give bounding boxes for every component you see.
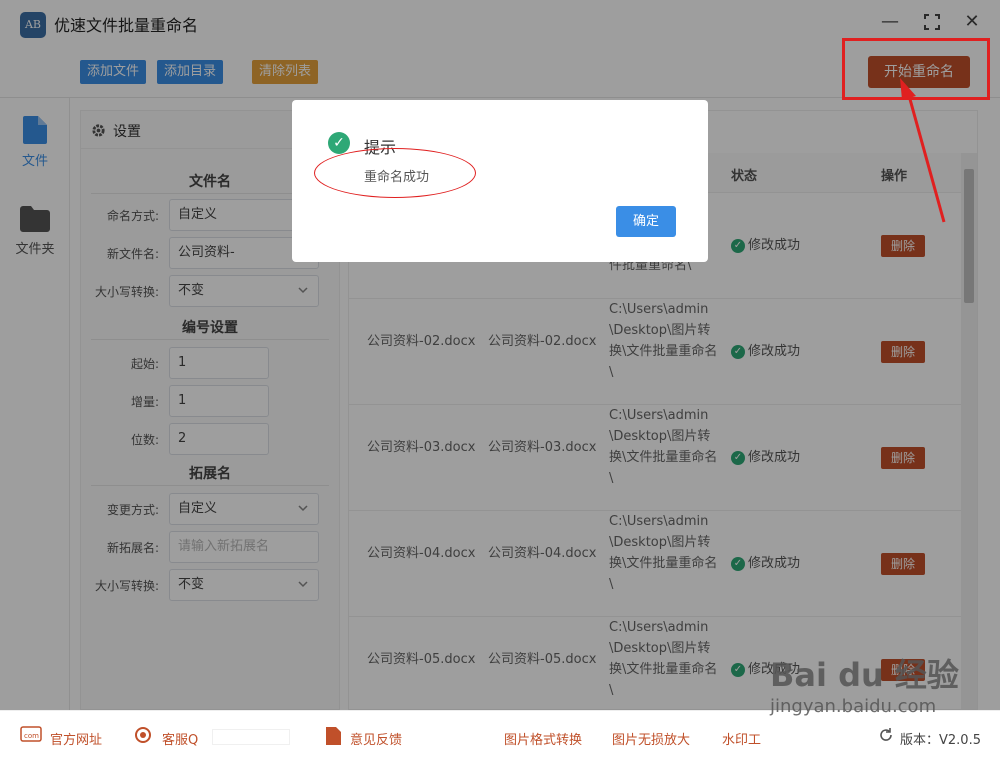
redaction-box (212, 729, 290, 745)
watermark-brand: Bai du 经验 (770, 656, 959, 694)
feedback-link[interactable]: 意见反馈 (350, 729, 402, 748)
watermark-tool-link[interactable]: 水印工 (722, 729, 761, 748)
success-check-icon: ✓ (328, 132, 350, 154)
feedback-icon (326, 727, 341, 745)
website-link[interactable]: 官方网址 (50, 729, 102, 748)
dialog-ok-button[interactable]: 确定 (616, 206, 676, 237)
image-convert-link[interactable]: 图片格式转换 (504, 729, 582, 748)
success-dialog: ✓ 提示 重命名成功 确定 (292, 100, 708, 262)
watermark-url: jingyan.baidu.com (770, 696, 937, 717)
annotation-highlight-box (842, 38, 990, 100)
image-enlarge-link[interactable]: 图片无损放大 (612, 729, 690, 748)
annotation-ellipse (314, 148, 476, 198)
customer-service-link[interactable]: 客服Q (162, 729, 198, 748)
baidu-watermark: Bai du 经验 jingyan.baidu.com (770, 650, 970, 740)
svg-text:com: com (24, 732, 39, 740)
website-icon: com (20, 726, 42, 742)
customer-service-icon (135, 727, 151, 743)
